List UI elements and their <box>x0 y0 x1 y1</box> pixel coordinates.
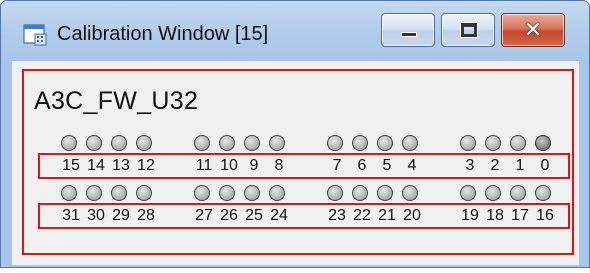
register-panel: A3C_FW_U32 15 14 13 12 11 10 9 8 7 6 5 4 3 2 1 0 31 30 29… <box>22 69 574 255</box>
bit-label-15: 15 <box>62 157 80 174</box>
bit-label-9: 9 <box>249 157 259 174</box>
bit-led-13 <box>111 135 127 151</box>
bit-led-28 <box>136 185 152 201</box>
window-title: Calibration Window [15] <box>57 23 269 45</box>
bit-led-0 <box>535 135 551 151</box>
bit-label-row-low: 15 14 13 12 11 10 9 8 7 6 5 4 3 2 1 0 <box>38 153 570 179</box>
device-label: A3C_FW_U32 <box>34 87 199 115</box>
bit-label-6: 6 <box>357 157 367 174</box>
bit-led-6 <box>352 135 368 151</box>
bit-label-19: 19 <box>461 207 479 224</box>
bit-led-3 <box>460 135 476 151</box>
bit-label-24: 24 <box>270 207 288 224</box>
bit-led-18 <box>485 185 501 201</box>
bit-led-22 <box>352 185 368 201</box>
bit-led-12 <box>136 135 152 151</box>
client-area: A3C_FW_U32 15 14 13 12 11 10 9 8 7 6 5 4 3 2 1 0 31 30 29… <box>12 61 579 265</box>
close-icon: ✕ <box>523 17 543 43</box>
bit-led-26 <box>219 185 235 201</box>
bit-label-10: 10 <box>220 157 238 174</box>
bit-label-11: 11 <box>195 157 213 174</box>
bit-label-29: 29 <box>112 207 130 224</box>
bit-led-29 <box>111 185 127 201</box>
bit-label-27: 27 <box>195 207 213 224</box>
bit-led-10 <box>219 135 235 151</box>
bit-label-20: 20 <box>403 207 421 224</box>
bit-label-21: 21 <box>378 207 396 224</box>
bit-label-18: 18 <box>486 207 504 224</box>
title-bar[interactable]: Calibration Window [15] ✕ <box>1 1 589 57</box>
app-window-icon <box>23 24 47 46</box>
bit-label-23: 23 <box>328 207 346 224</box>
bit-led-1 <box>510 135 526 151</box>
calibration-window: Calibration Window [15] ✕ A3C_FW_U32 15 1… <box>0 0 590 268</box>
bit-label-8: 8 <box>274 157 284 174</box>
bit-led-16 <box>535 185 551 201</box>
bit-led-30 <box>86 185 102 201</box>
bit-led-19 <box>460 185 476 201</box>
bit-label-13: 13 <box>112 157 130 174</box>
bit-led-14 <box>86 135 102 151</box>
bit-led-11 <box>194 135 210 151</box>
led-row-low <box>24 135 572 153</box>
led-row-high <box>24 185 572 203</box>
bit-led-7 <box>327 135 343 151</box>
bit-label-0: 0 <box>540 157 550 174</box>
bit-led-24 <box>269 185 285 201</box>
bit-label-row-high: 31 30 29 28 27 26 25 24 23 22 21 20 19 18 17 16 <box>38 203 570 229</box>
bit-led-17 <box>510 185 526 201</box>
bit-label-25: 25 <box>245 207 263 224</box>
minimize-button[interactable] <box>381 13 435 47</box>
bit-label-30: 30 <box>87 207 105 224</box>
bit-led-8 <box>269 135 285 151</box>
bit-led-20 <box>402 185 418 201</box>
bit-led-15 <box>61 135 77 151</box>
bit-label-14: 14 <box>87 157 105 174</box>
close-button[interactable]: ✕ <box>501 13 565 47</box>
bit-led-25 <box>244 185 260 201</box>
bit-label-28: 28 <box>137 207 155 224</box>
bit-led-9 <box>244 135 260 151</box>
bit-led-27 <box>194 185 210 201</box>
bit-label-31: 31 <box>62 207 80 224</box>
bit-label-17: 17 <box>511 207 529 224</box>
bit-label-1: 1 <box>515 157 525 174</box>
bit-label-4: 4 <box>407 157 417 174</box>
minimize-icon <box>401 32 417 37</box>
bit-label-3: 3 <box>465 157 475 174</box>
bit-led-5 <box>377 135 393 151</box>
bit-label-7: 7 <box>332 157 342 174</box>
bit-led-4 <box>402 135 418 151</box>
bit-label-12: 12 <box>137 157 155 174</box>
bit-label-26: 26 <box>220 207 238 224</box>
bit-label-22: 22 <box>353 207 371 224</box>
bit-led-21 <box>377 185 393 201</box>
bit-led-2 <box>485 135 501 151</box>
bit-led-31 <box>61 185 77 201</box>
bit-label-5: 5 <box>382 157 392 174</box>
maximize-icon <box>460 22 478 38</box>
bit-label-2: 2 <box>490 157 500 174</box>
caption-buttons: ✕ <box>377 13 575 51</box>
bit-label-16: 16 <box>536 207 554 224</box>
maximize-button[interactable] <box>441 13 495 47</box>
bit-led-23 <box>327 185 343 201</box>
